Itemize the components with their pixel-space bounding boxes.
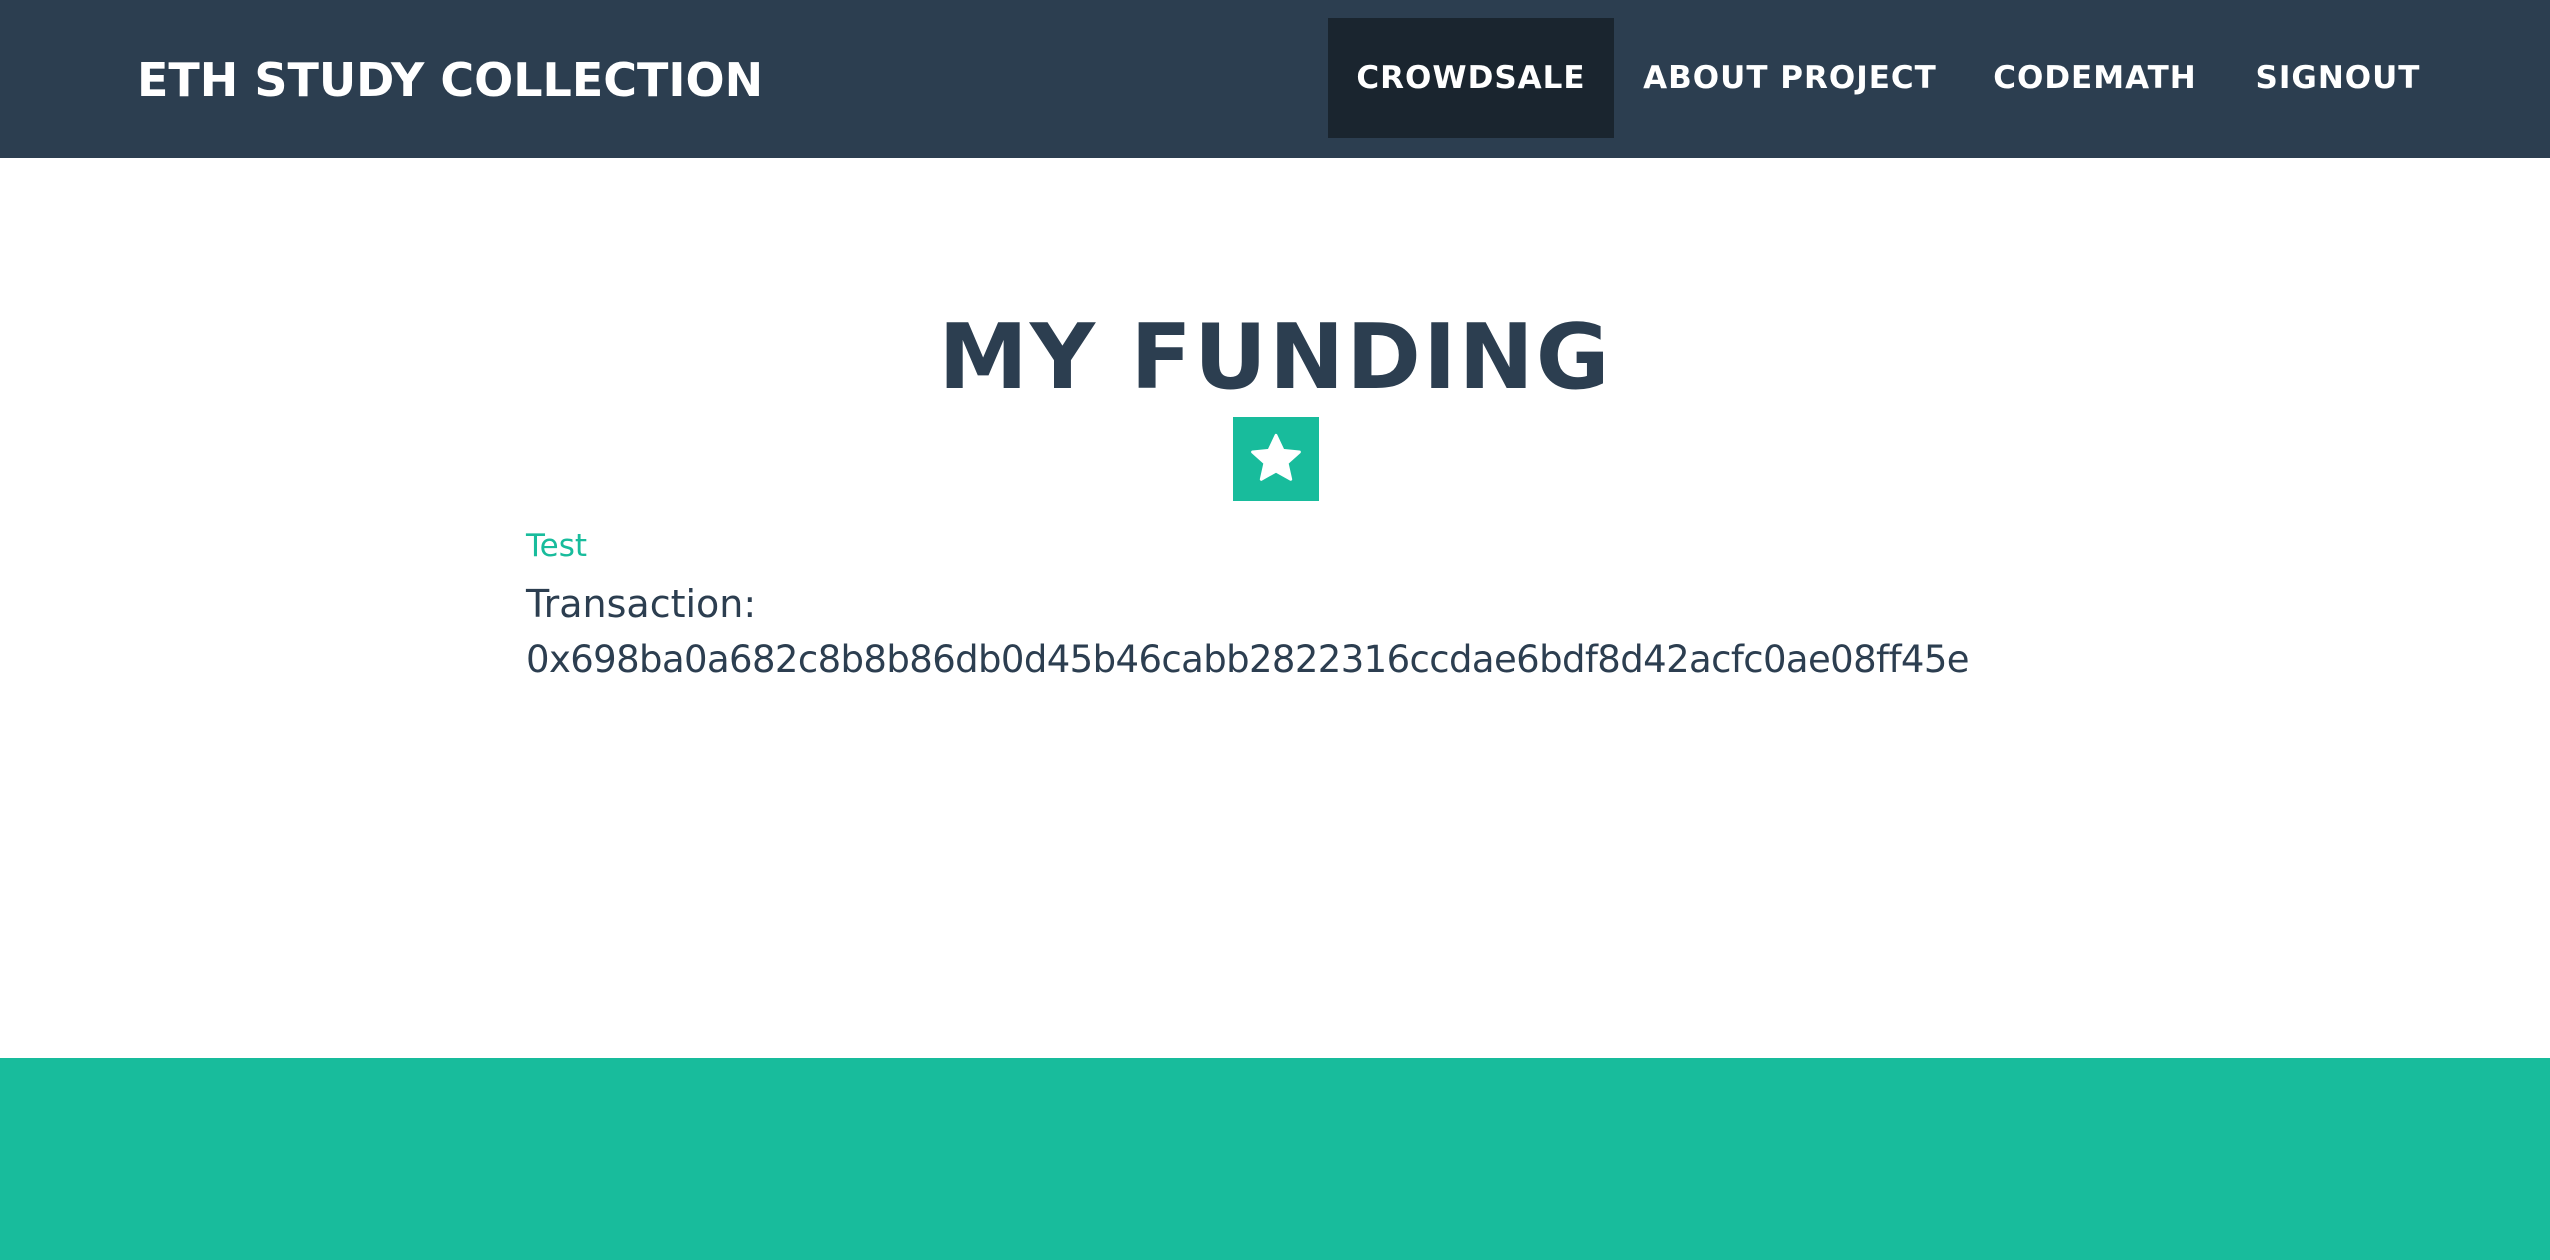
transaction-label: Transaction: — [526, 582, 757, 626]
navbar: ETH STUDY COLLECTION CROWDSALE ABOUT PRO… — [0, 0, 2550, 158]
nav-item-signout[interactable]: SIGNOUT — [2224, 18, 2452, 138]
funding-name-link[interactable]: Test — [526, 527, 2126, 565]
nav-item-crowdsale[interactable]: CROWDSALE — [1328, 18, 1614, 138]
star-icon — [1251, 433, 1301, 481]
page-title: MY FUNDING — [938, 305, 1612, 410]
footer-band — [0, 1058, 2550, 1260]
star-divider — [1233, 417, 1319, 501]
nav-item-about-project[interactable]: ABOUT PROJECT — [1614, 18, 1966, 138]
brand-logo-link[interactable]: ETH STUDY COLLECTION — [137, 50, 763, 110]
funding-entry: Test Transaction: 0x698ba0a682c8b8b86db0… — [526, 527, 2126, 685]
transaction-hash: 0x698ba0a682c8b8b86db0d45b46cabb2822316c… — [526, 638, 1970, 681]
nav-item-codemath[interactable]: CODEMATH — [1966, 18, 2224, 138]
